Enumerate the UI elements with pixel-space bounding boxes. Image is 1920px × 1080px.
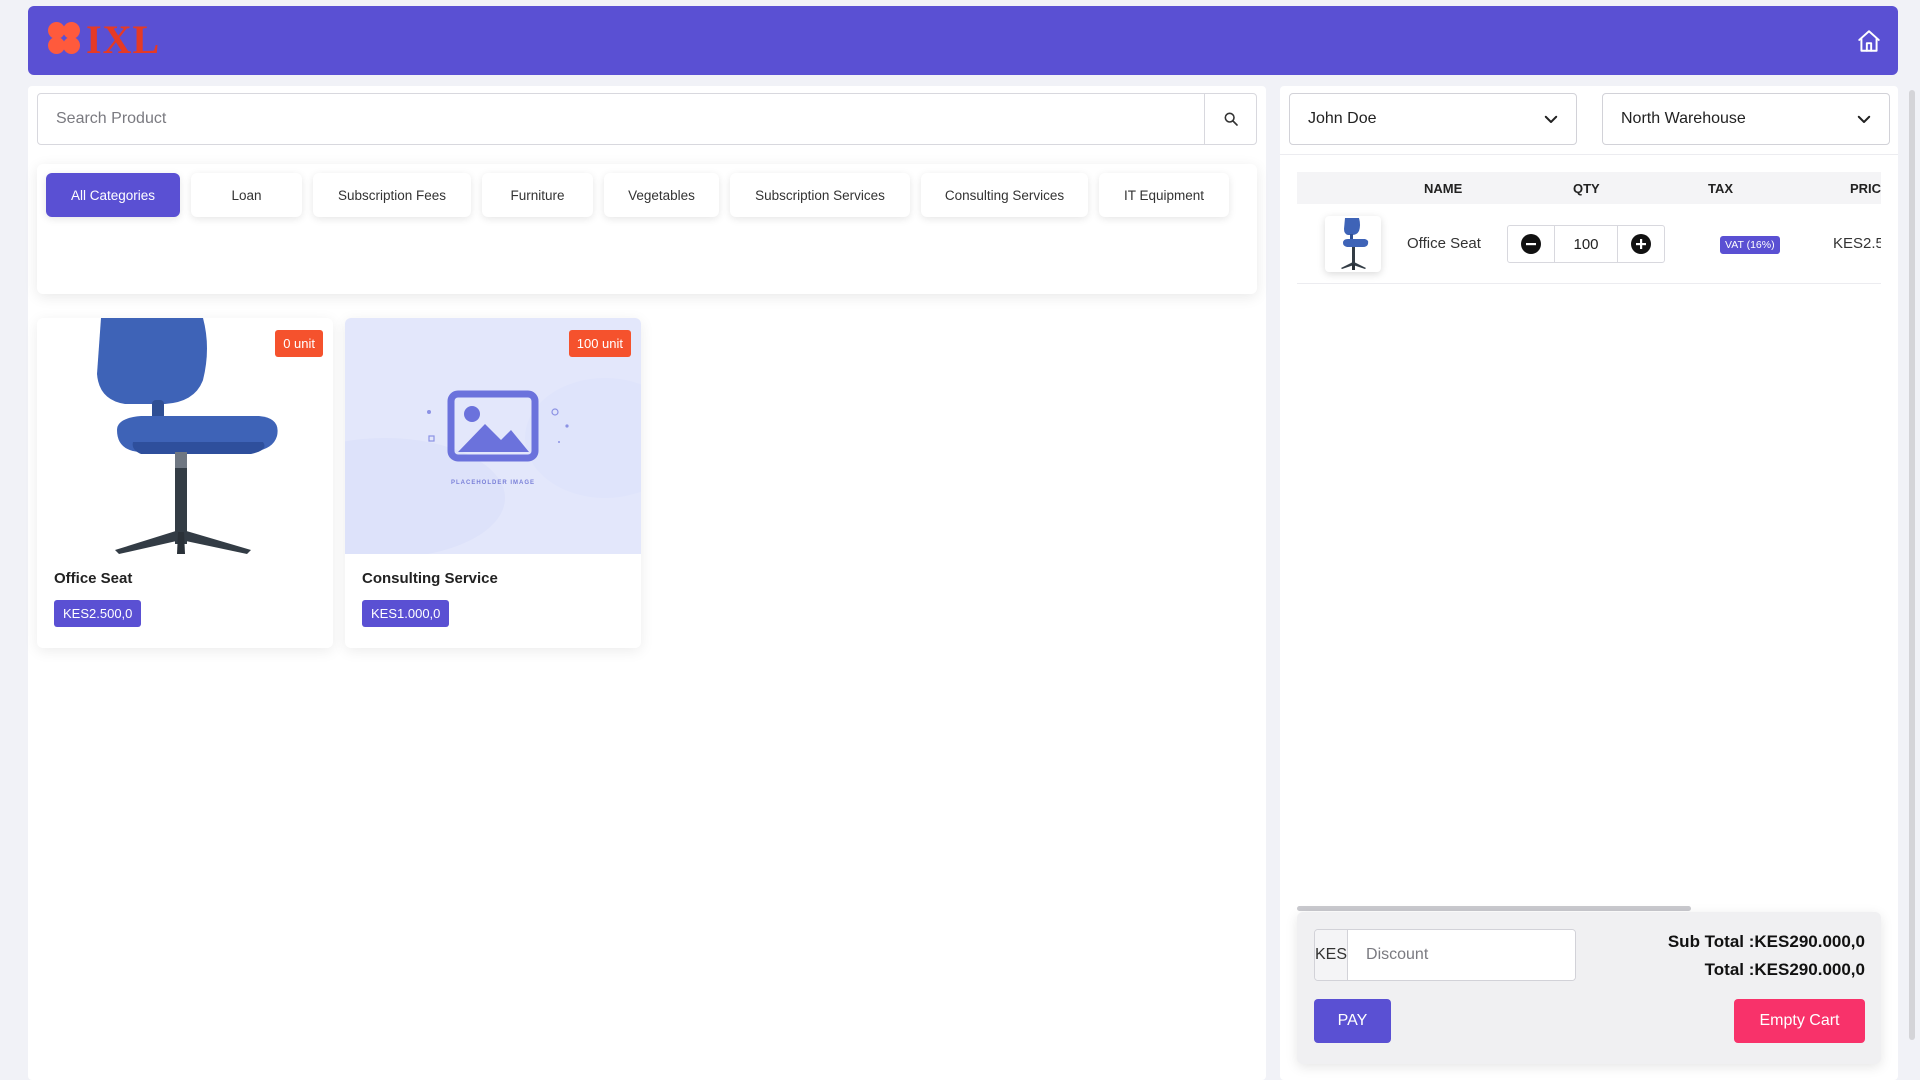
cart-panel: John Doe North Warehouse NAME QTY TAX PR… — [1280, 86, 1898, 1080]
category-furniture[interactable]: Furniture — [482, 173, 593, 217]
placeholder-caption: PLACEHOLDER IMAGE — [450, 480, 535, 486]
discount-input[interactable] — [1348, 930, 1575, 980]
price-tag: KES1.000,0 — [362, 600, 450, 627]
chevron-down-icon — [1857, 115, 1871, 123]
table-row: Office Seat VAT (16%) KES2.500,0 — [1297, 204, 1881, 284]
category-consulting-services[interactable]: Consulting Services — [921, 173, 1088, 217]
customer-select[interactable]: John Doe — [1289, 93, 1577, 145]
warehouse-select[interactable]: North Warehouse — [1602, 93, 1890, 145]
pay-button[interactable]: PAY — [1314, 999, 1391, 1043]
cart-item-price: KES2.500,0 — [1833, 235, 1881, 252]
total-text: Total :KES290.000,0 — [1704, 960, 1865, 979]
search-icon — [1224, 112, 1238, 126]
products-panel: All Categories Loan Subscription Fees Fu… — [28, 86, 1266, 1080]
subtotal-text: Sub Total :KES290.000,0 — [1667, 932, 1865, 951]
home-icon — [1858, 30, 1880, 52]
price-tag: KES2.500,0 — [54, 600, 142, 627]
customer-select-value: John Doe — [1308, 110, 1377, 127]
product-image: 0 unit — [37, 318, 333, 554]
logo-mark-icon — [48, 22, 84, 58]
category-all-categories[interactable]: All Categories — [46, 173, 180, 217]
category-subscription-fees[interactable]: Subscription Fees — [313, 173, 471, 217]
tax-badge: VAT (16%) — [1720, 236, 1780, 254]
product-card[interactable]: PLACEHOLDER IMAGE 100 unit Consulting Se… — [345, 318, 641, 648]
cart-table-header: NAME QTY TAX PRIC — [1297, 172, 1881, 204]
category-subscription-services[interactable]: Subscription Services — [730, 173, 910, 217]
column-header-qty: QTY — [1573, 181, 1600, 196]
horizontal-scrollbar[interactable] — [1297, 906, 1691, 911]
quantity-stepper — [1507, 225, 1665, 263]
divider — [1280, 154, 1898, 155]
search-bar — [37, 93, 1257, 145]
stock-badge: 0 unit — [275, 330, 323, 357]
warehouse-select-value: North Warehouse — [1621, 110, 1746, 127]
column-header-name: NAME — [1424, 181, 1463, 196]
quantity-input[interactable] — [1555, 225, 1617, 263]
category-it-equipment[interactable]: IT Equipment — [1099, 173, 1229, 217]
logo-text: IXL — [86, 17, 161, 62]
chevron-down-icon — [1544, 115, 1558, 123]
cart-table: NAME QTY TAX PRIC Office Seat 100 VAT (1… — [1297, 172, 1881, 284]
stock-badge: 100 unit — [568, 330, 631, 357]
cart-item-thumbnail — [1325, 216, 1381, 272]
category-filter-box: All Categories Loan Subscription Fees Fu… — [37, 164, 1257, 294]
column-header-price: PRIC — [1850, 181, 1881, 196]
product-name: Office Seat — [54, 570, 133, 587]
cart-footer: KES Sub Total :KES290.000,0 Total :KES29… — [1297, 912, 1881, 1064]
home-button[interactable] — [1856, 28, 1882, 54]
vertical-scrollbar[interactable] — [1909, 90, 1915, 1040]
category-loan[interactable]: Loan — [191, 173, 302, 217]
logo[interactable]: IXL — [48, 17, 161, 62]
product-card[interactable]: 0 unit Office Seat KES2.500,0 — [37, 318, 333, 648]
discount-group: KES — [1314, 929, 1576, 981]
plus-circle-icon — [1631, 234, 1651, 254]
search-input[interactable] — [38, 94, 1204, 144]
office-chair-icon — [1341, 218, 1369, 270]
minus-circle-icon — [1521, 234, 1541, 254]
cart-item-name: Office Seat — [1407, 235, 1481, 252]
currency-prefix: KES — [1315, 930, 1349, 980]
product-grid: 0 unit Office Seat KES2.500,0 PLACEHOLDE… — [37, 318, 641, 648]
product-name: Consulting Service — [362, 570, 498, 587]
column-header-tax: TAX — [1708, 181, 1734, 196]
increase-qty-button[interactable] — [1617, 225, 1665, 263]
decrease-qty-button[interactable] — [1507, 225, 1555, 263]
empty-cart-button[interactable]: Empty Cart — [1734, 999, 1865, 1043]
totals: Sub Total :KES290.000,0 Total :KES290.00… — [1668, 928, 1865, 984]
top-navbar: IXL — [28, 6, 1898, 75]
search-button[interactable] — [1204, 94, 1256, 144]
category-vegetables[interactable]: Vegetables — [604, 173, 719, 217]
product-image: PLACEHOLDER IMAGE 100 unit — [345, 318, 641, 554]
category-list: All Categories Loan Subscription Fees Fu… — [46, 173, 1229, 217]
